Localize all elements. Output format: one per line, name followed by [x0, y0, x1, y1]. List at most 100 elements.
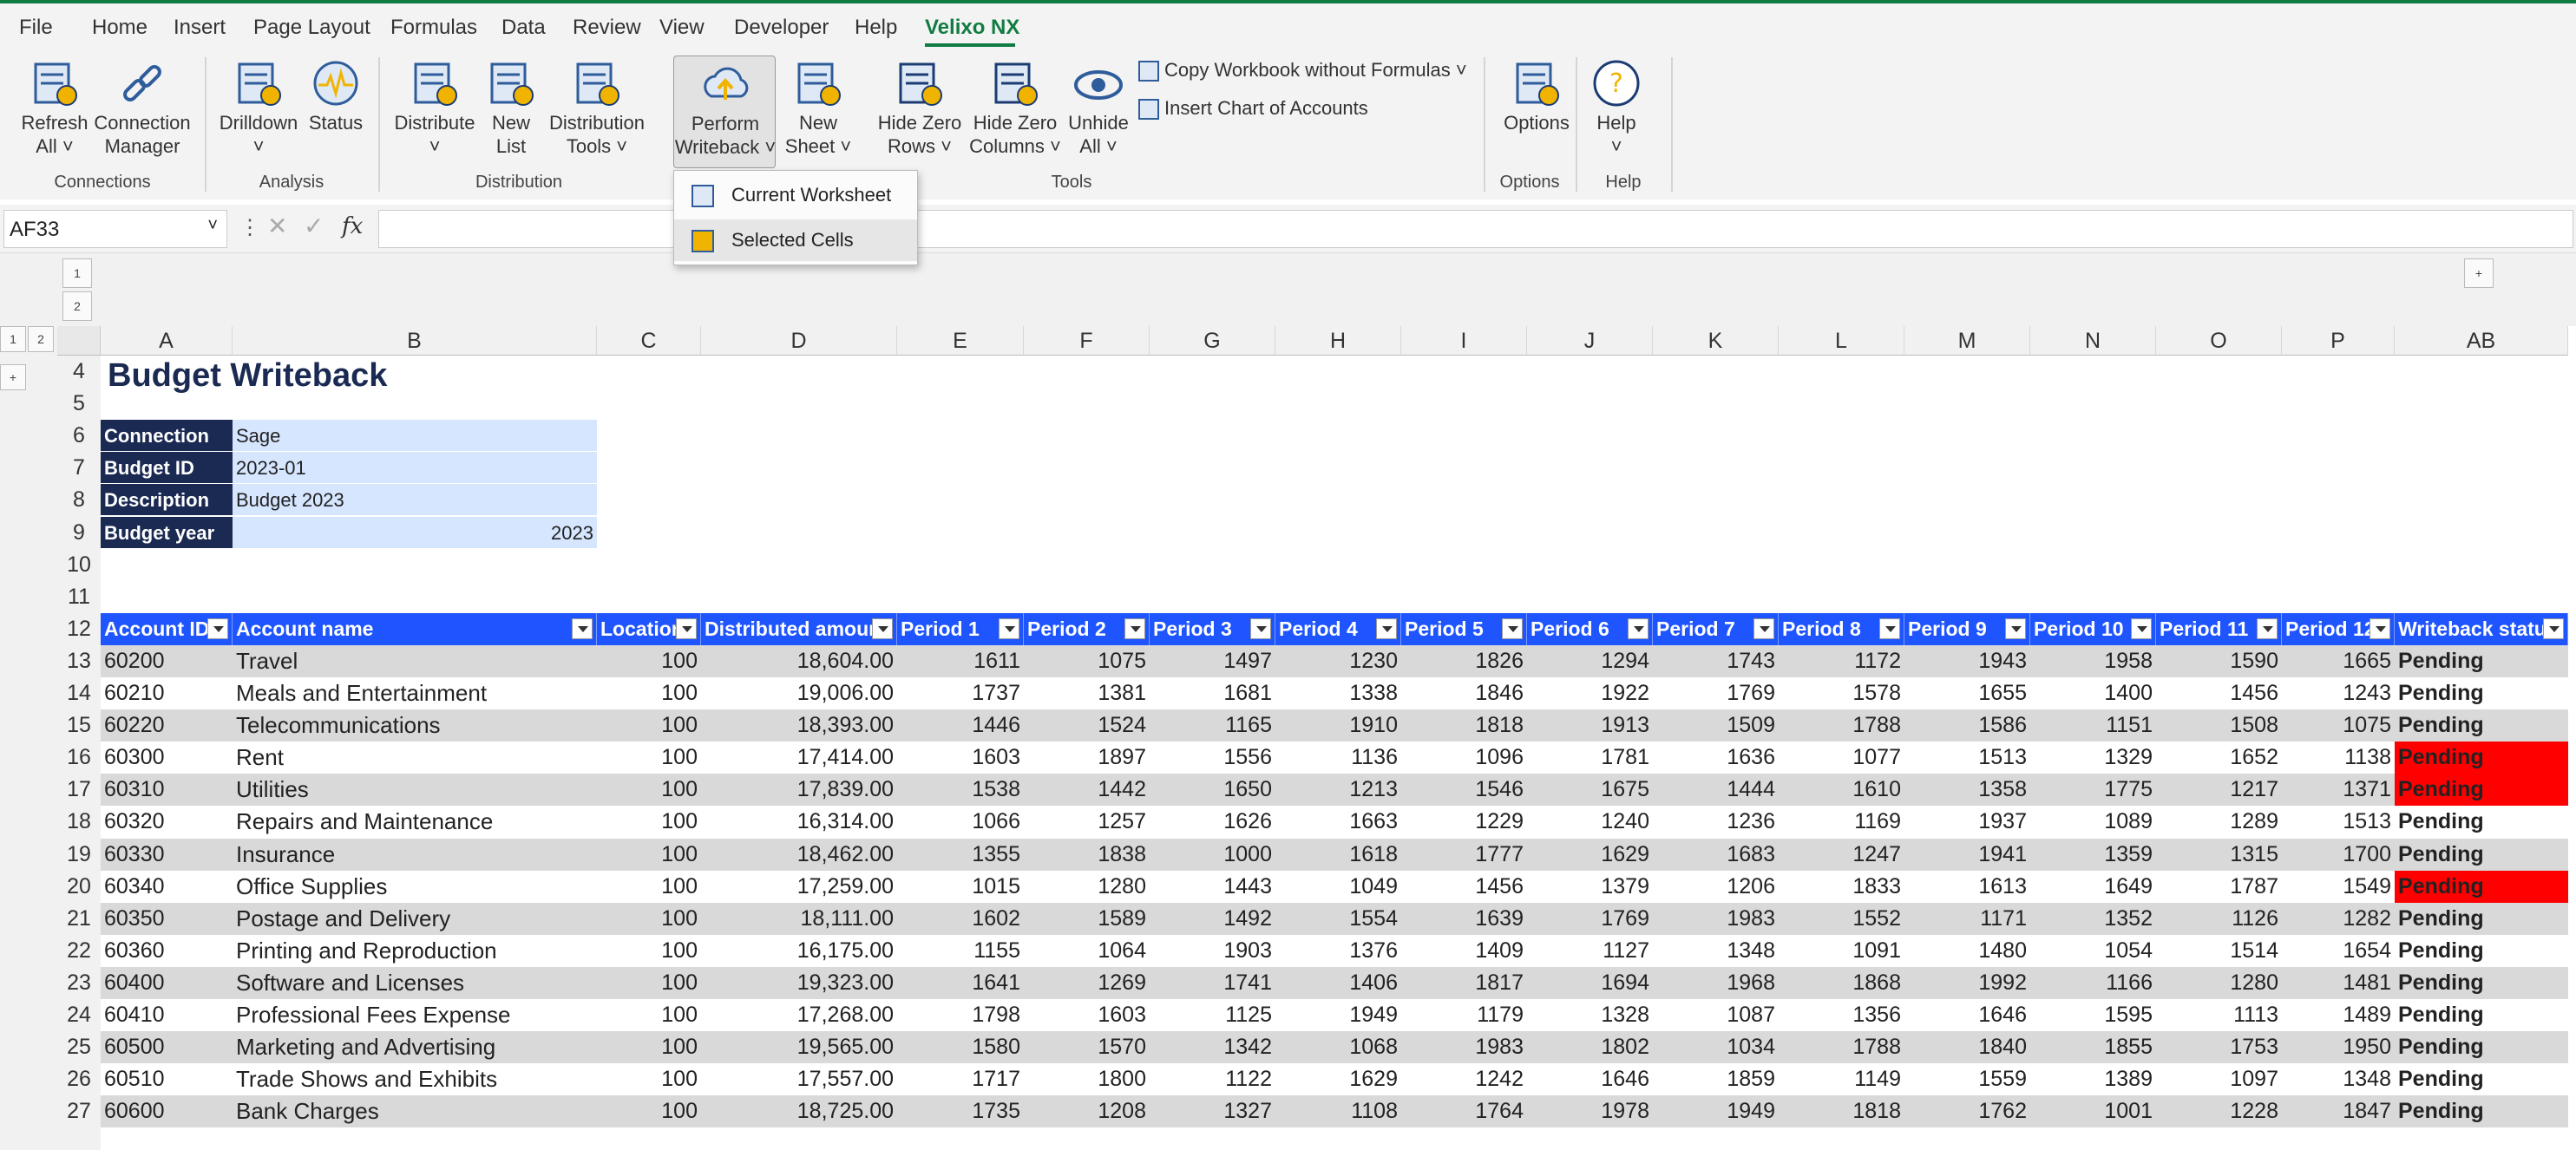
- table-cell[interactable]: 1359: [2030, 838, 2156, 871]
- table-cell[interactable]: 1549: [2282, 870, 2395, 903]
- table-header-cell[interactable]: Period 9: [1904, 612, 2030, 645]
- table-cell[interactable]: 100: [597, 1031, 701, 1064]
- filter-dropdown-icon[interactable]: [2257, 617, 2278, 639]
- table-cell[interactable]: 1064: [1024, 934, 1150, 967]
- table-cell[interactable]: 1737: [897, 677, 1024, 710]
- filter-dropdown-icon[interactable]: [572, 617, 593, 639]
- table-cell[interactable]: 1595: [2030, 999, 2156, 1032]
- table-header-cell[interactable]: Account ID: [101, 612, 233, 645]
- table-cell[interactable]: 1556: [1150, 742, 1275, 774]
- row-header[interactable]: 8: [57, 484, 101, 516]
- table-cell[interactable]: 100: [597, 902, 701, 935]
- row-header[interactable]: 5: [57, 388, 101, 420]
- table-cell[interactable]: 1629: [1275, 1063, 1401, 1096]
- table-cell[interactable]: 17,414.00: [701, 742, 897, 774]
- refresh-button[interactable]: Refresh All ˅: [16, 56, 94, 168]
- table-cell[interactable]: 1513: [2282, 806, 2395, 839]
- table-header-cell[interactable]: Period 4: [1275, 612, 1401, 645]
- table-cell[interactable]: 1075: [1024, 644, 1150, 677]
- table-cell[interactable]: 1087: [1653, 999, 1779, 1032]
- outline-level-1-button[interactable]: 1: [62, 258, 92, 288]
- table-cell[interactable]: 100: [597, 1063, 701, 1096]
- table-cell[interactable]: 1280: [2156, 966, 2282, 999]
- filter-dropdown-icon[interactable]: [207, 617, 228, 639]
- table-cell[interactable]: 1015: [897, 870, 1024, 903]
- row-header[interactable]: 13: [57, 645, 101, 677]
- dropdown-item-selected-cells[interactable]: Selected Cells: [674, 219, 917, 261]
- table-cell[interactable]: 1240: [1527, 806, 1653, 839]
- table-cell[interactable]: 1781: [1527, 742, 1653, 774]
- table-cell[interactable]: 1315: [2156, 838, 2282, 871]
- table-cell[interactable]: 18,111.00: [701, 902, 897, 935]
- menu-tab-insert[interactable]: Insert: [174, 16, 226, 40]
- column-header-H[interactable]: H: [1275, 326, 1401, 356]
- table-cell[interactable]: 1559: [1904, 1063, 2030, 1096]
- hide-zero-columns-button[interactable]: Hide Zero Columns ˅: [968, 56, 1062, 168]
- table-cell[interactable]: 1236: [1653, 806, 1779, 839]
- table-header-cell[interactable]: Period 8: [1779, 612, 1904, 645]
- table-cell[interactable]: 17,839.00: [701, 774, 897, 807]
- writeback-status-cell[interactable]: Pending: [2395, 677, 2568, 710]
- row-header[interactable]: 11: [57, 581, 101, 613]
- table-cell[interactable]: 17,557.00: [701, 1063, 897, 1096]
- table-cell[interactable]: Office Supplies: [233, 870, 597, 903]
- menu-tab-formulas[interactable]: Formulas: [390, 16, 477, 40]
- table-cell[interactable]: 1096: [1401, 742, 1527, 774]
- table-cell[interactable]: 1610: [1779, 774, 1904, 807]
- writeback-status-cell[interactable]: Pending: [2395, 709, 2568, 742]
- column-header-E[interactable]: E: [897, 326, 1024, 356]
- column-header-P[interactable]: P: [2282, 326, 2395, 356]
- row-header[interactable]: 17: [57, 774, 101, 806]
- table-cell[interactable]: 1172: [1779, 644, 1904, 677]
- table-cell[interactable]: Telecommunications: [233, 709, 597, 742]
- table-cell[interactable]: 1681: [1150, 677, 1275, 710]
- table-cell[interactable]: 1456: [1401, 870, 1527, 903]
- table-cell[interactable]: 17,268.00: [701, 999, 897, 1032]
- table-cell[interactable]: 1546: [1401, 774, 1527, 807]
- hide-zero-rows-button[interactable]: Hide Zero Rows ˅: [875, 56, 965, 168]
- table-cell[interactable]: Printing and Reproduction: [233, 934, 597, 967]
- table-cell[interactable]: 1949: [1653, 1095, 1779, 1128]
- distribution-tools-button[interactable]: Distribution Tools ˅: [545, 56, 649, 168]
- table-header-cell[interactable]: Location: [597, 612, 701, 645]
- table-cell[interactable]: 1741: [1150, 966, 1275, 999]
- table-cell[interactable]: 1356: [1779, 999, 1904, 1032]
- table-cell[interactable]: 60210: [101, 677, 233, 710]
- column-header-B[interactable]: B: [233, 326, 597, 356]
- table-cell[interactable]: 1818: [1779, 1095, 1904, 1128]
- table-cell[interactable]: 100: [597, 966, 701, 999]
- filter-dropdown-icon[interactable]: [999, 617, 1019, 639]
- writeback-status-cell[interactable]: Pending: [2395, 644, 2568, 677]
- column-header-I[interactable]: I: [1401, 326, 1527, 356]
- table-cell[interactable]: Bank Charges: [233, 1095, 597, 1128]
- table-cell[interactable]: 1089: [2030, 806, 2156, 839]
- table-header-cell[interactable]: Period 1: [897, 612, 1024, 645]
- table-cell[interactable]: 60220: [101, 709, 233, 742]
- table-header-cell[interactable]: Period 12: [2282, 612, 2395, 645]
- table-cell[interactable]: 1652: [2156, 742, 2282, 774]
- drilldown-button[interactable]: Drilldown ˅: [215, 56, 302, 168]
- table-cell[interactable]: 1636: [1653, 742, 1779, 774]
- table-cell[interactable]: 1355: [897, 838, 1024, 871]
- table-cell[interactable]: Travel: [233, 644, 597, 677]
- filter-dropdown-icon[interactable]: [1628, 617, 1649, 639]
- table-cell[interactable]: 1243: [2282, 677, 2395, 710]
- menu-tab-page-layout[interactable]: Page Layout: [253, 16, 370, 40]
- table-cell[interactable]: 100: [597, 870, 701, 903]
- table-cell[interactable]: 1280: [1024, 870, 1150, 903]
- table-cell[interactable]: 1409: [1401, 934, 1527, 967]
- row-outline-expand-button[interactable]: +: [0, 364, 26, 390]
- row-header[interactable]: 27: [57, 1095, 101, 1127]
- filter-dropdown-icon[interactable]: [1502, 617, 1523, 639]
- perform-writeback-button[interactable]: Perform Writeback ˅: [673, 56, 776, 168]
- table-cell[interactable]: 100: [597, 709, 701, 742]
- row-header[interactable]: 23: [57, 967, 101, 999]
- name-box[interactable]: AF33 ˅: [3, 210, 227, 248]
- row-header[interactable]: 22: [57, 935, 101, 967]
- table-cell[interactable]: 1381: [1024, 677, 1150, 710]
- table-cell[interactable]: Repairs and Maintenance: [233, 806, 597, 839]
- table-cell[interactable]: 60360: [101, 934, 233, 967]
- table-cell[interactable]: 1113: [2156, 999, 2282, 1032]
- table-cell[interactable]: 1958: [2030, 644, 2156, 677]
- filter-dropdown-icon[interactable]: [872, 617, 893, 639]
